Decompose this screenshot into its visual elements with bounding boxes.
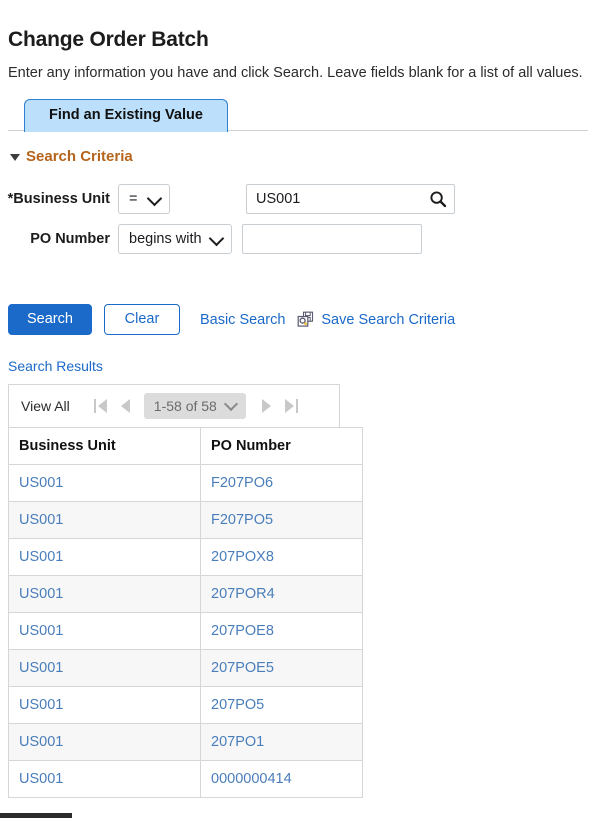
table-row: US001 207POX8 — [8, 538, 363, 576]
search-icon[interactable] — [429, 190, 447, 208]
table-row: US001 207POE8 — [8, 612, 363, 650]
po-number-link[interactable]: 207POX8 — [211, 549, 274, 565]
search-results-label: Search Results — [8, 358, 103, 374]
page-title: Change Order Batch — [8, 28, 209, 51]
cell-po-number: 207POR4 — [200, 575, 363, 613]
table-row: US001 F207PO6 — [8, 464, 363, 502]
horizontal-scrollbar-thumb[interactable] — [0, 813, 72, 818]
cell-po-number: 0000000414 — [200, 760, 363, 798]
table-row: US001 207POE5 — [8, 649, 363, 687]
po-number-link[interactable]: 207POR4 — [211, 586, 275, 602]
cell-business-unit: US001 — [8, 538, 201, 576]
po-number-label: PO Number — [30, 231, 110, 247]
po-number-operator-value: begins with — [129, 231, 202, 247]
business-unit-link[interactable]: US001 — [19, 771, 63, 787]
results-table-body: US001 F207PO6 US001 F207PO5 US001 207POX8 US00… — [8, 464, 363, 798]
po-number-link[interactable]: 207POE8 — [211, 623, 274, 639]
business-unit-input-wrapper — [246, 184, 455, 214]
previous-page-icon[interactable] — [120, 399, 130, 413]
chevron-down-icon — [208, 230, 225, 247]
search-button[interactable]: Search — [8, 304, 92, 335]
table-row: US001 207PO1 — [8, 723, 363, 761]
po-number-link[interactable]: F207PO5 — [211, 512, 273, 528]
business-unit-link[interactable]: US001 — [19, 586, 63, 602]
chevron-down-icon — [146, 190, 163, 207]
action-bar: Search Clear Basic Search Save Search Cr… — [0, 259, 594, 335]
view-all-link[interactable]: View All — [21, 398, 70, 414]
cell-po-number: 207POE5 — [200, 649, 363, 687]
po-number-operator-select[interactable]: begins with — [118, 224, 232, 254]
column-header-po-number[interactable]: PO Number — [200, 427, 363, 465]
cell-po-number: 207POE8 — [200, 612, 363, 650]
save-search-icon[interactable] — [297, 311, 314, 328]
horizontal-scrollbar[interactable] — [0, 813, 594, 820]
business-unit-operator-value: = — [129, 191, 138, 207]
po-number-link[interactable]: 0000000414 — [211, 771, 292, 787]
cell-business-unit: US001 — [8, 575, 201, 613]
basic-search-link[interactable]: Basic Search — [200, 312, 285, 328]
page-instructions: Enter any information you have and click… — [8, 65, 583, 81]
results-table: Business Unit PO Number US001 F207PO6 US00… — [8, 427, 363, 798]
cell-business-unit: US001 — [8, 612, 201, 650]
collapse-triangle-icon[interactable] — [10, 154, 20, 161]
table-row: US001 207PO5 — [8, 686, 363, 724]
tab-strip: Find an Existing Value — [0, 99, 594, 132]
next-page-icon[interactable] — [261, 399, 271, 413]
business-unit-link[interactable]: US001 — [19, 660, 63, 676]
po-number-link[interactable]: 207POE5 — [211, 660, 274, 676]
form-row-po-number: PO Number begins with — [0, 219, 594, 259]
business-unit-link[interactable]: US001 — [19, 512, 63, 528]
cell-business-unit: US001 — [8, 760, 201, 798]
clear-button[interactable]: Clear — [103, 304, 180, 335]
business-unit-link[interactable]: US001 — [19, 734, 63, 750]
po-number-link[interactable]: 207PO1 — [211, 734, 264, 750]
tab-find-an-existing-value[interactable]: Find an Existing Value — [24, 99, 228, 132]
cell-business-unit: US001 — [8, 464, 201, 502]
table-row: US001 0000000414 — [8, 760, 363, 798]
po-number-input-wrapper — [242, 224, 422, 254]
cell-po-number: 207PO5 — [200, 686, 363, 724]
chevron-down-icon — [223, 396, 238, 412]
cell-business-unit: US001 — [8, 501, 201, 539]
table-header-row: Business Unit PO Number — [8, 427, 363, 465]
first-page-icon[interactable] — [93, 399, 107, 413]
search-criteria-header[interactable]: Search Criteria — [0, 131, 594, 165]
po-number-link[interactable]: F207PO6 — [211, 475, 273, 491]
cell-po-number: 207POX8 — [200, 538, 363, 576]
last-page-icon[interactable] — [284, 399, 298, 413]
business-unit-label: *Business Unit — [7, 191, 110, 207]
table-row: US001 F207PO5 — [8, 501, 363, 539]
form-row-business-unit: *Business Unit = — [0, 179, 594, 219]
po-number-link[interactable]: 207PO5 — [211, 697, 264, 713]
cell-po-number: F207PO6 — [200, 464, 363, 502]
business-unit-operator-select[interactable]: = — [118, 184, 170, 214]
search-criteria-label: Search Criteria — [26, 148, 133, 165]
business-unit-link[interactable]: US001 — [19, 475, 63, 491]
cell-po-number: F207PO5 — [200, 501, 363, 539]
table-row: US001 207POR4 — [8, 575, 363, 613]
page-range-dropdown[interactable]: 1-58 of 58 — [143, 393, 246, 419]
business-unit-link[interactable]: US001 — [19, 697, 63, 713]
business-unit-link[interactable]: US001 — [19, 549, 63, 565]
cell-business-unit: US001 — [8, 723, 201, 761]
po-number-input[interactable] — [242, 224, 422, 254]
cell-business-unit: US001 — [8, 686, 201, 724]
page-range-value: 1-58 of 58 — [153, 398, 217, 414]
results-pager: View All 1-58 of 58 — [8, 384, 340, 427]
search-criteria-form: *Business Unit = PO Number begins with — [0, 165, 594, 259]
cell-business-unit: US001 — [8, 649, 201, 687]
cell-po-number: 207PO1 — [200, 723, 363, 761]
business-unit-link[interactable]: US001 — [19, 623, 63, 639]
save-search-criteria-link[interactable]: Save Search Criteria — [321, 312, 455, 328]
column-header-business-unit[interactable]: Business Unit — [8, 427, 201, 465]
business-unit-input[interactable] — [246, 184, 455, 214]
